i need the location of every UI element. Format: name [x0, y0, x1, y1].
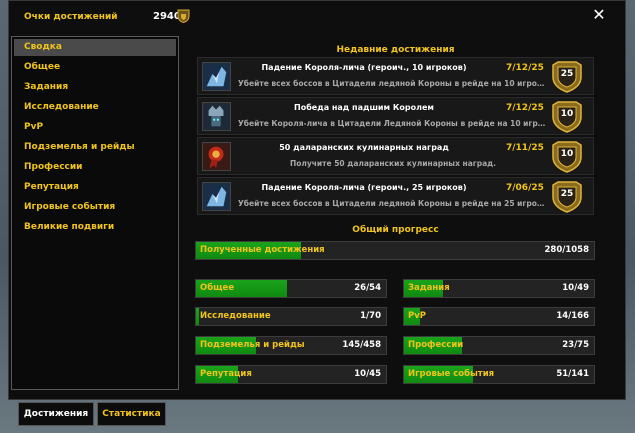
cooking-award-icon [202, 142, 231, 171]
close-button[interactable]: ✕ [590, 6, 608, 24]
progress-value: 10/45 [354, 369, 381, 379]
category-progress-dungeons-raids[interactable]: Подземелья и рейды 145/458 [195, 336, 387, 355]
category-sidebar: Сводка Общее Задания Исследование PvP По… [11, 36, 179, 390]
lich-king-icon [202, 102, 231, 131]
achievement-date: 7/12/25 [506, 63, 544, 73]
achievement-points-shield: 10 [550, 139, 584, 173]
recent-achievement-row[interactable]: Падение Короля-лича (героич., 10 игроков… [197, 57, 594, 95]
achievement-description: Получите 50 даларанских кулинарных награ… [289, 159, 497, 168]
category-progress-pvp[interactable]: PvP 14/166 [403, 307, 595, 326]
recent-achievement-row[interactable]: Победа над падшим Королем 7/12/25 Убейте… [197, 97, 594, 135]
sidebar-item-dungeons-raids[interactable]: Подземелья и рейды [14, 139, 176, 156]
progress-value: 280/1058 [544, 245, 589, 255]
progress-value: 145/458 [342, 340, 381, 350]
achievement-shield-icon [177, 9, 190, 23]
progress-value: 23/75 [562, 340, 589, 350]
sidebar-item-quests[interactable]: Задания [14, 79, 176, 96]
progress-label: Общее [200, 283, 235, 293]
achievement-title: 50 даларанских кулинарных наград [279, 143, 449, 152]
achievement-points-shield: 10 [550, 99, 584, 133]
achievement-date: 7/12/25 [506, 103, 544, 113]
progress-label: Полученные достижения [200, 245, 325, 255]
overall-progress-title: Общий прогресс [352, 225, 439, 235]
shield-points: 25 [560, 189, 574, 199]
shield-points: 10 [560, 149, 574, 159]
recent-achievement-row[interactable]: 50 даларанских кулинарных наград 7/11/25… [197, 137, 594, 175]
achievement-points-shield: 25 [550, 59, 584, 93]
progress-label: Игровые события [408, 369, 495, 379]
recent-achievements-title: Недавние достижения [336, 45, 455, 55]
achievement-description: Убейте Короля-лича в Цитадели Ледяной Ко… [238, 119, 548, 128]
sidebar-item-exploration[interactable]: Исследование [14, 99, 176, 116]
progress-label: PvP [408, 311, 427, 321]
sidebar-item-reputation[interactable]: Репутация [14, 179, 176, 196]
sidebar-item-pvp[interactable]: PvP [14, 119, 176, 136]
progress-label: Задания [408, 283, 450, 293]
frost-boss-icon [202, 182, 231, 211]
progress-label: Подземелья и рейды [200, 340, 305, 350]
achievement-title: Падение Короля-лича (героич., 10 игроков… [261, 63, 467, 72]
category-progress-world-events[interactable]: Игровые события 51/141 [403, 365, 595, 384]
category-progress-general[interactable]: Общее 26/54 [195, 279, 387, 298]
sidebar-item-professions[interactable]: Профессии [14, 159, 176, 176]
achievement-description: Убейте всех боссов в Цитадели ледяной Ко… [238, 79, 548, 88]
progress-label: Репутация [200, 369, 252, 379]
achievement-points-label: Очки достижений [24, 12, 118, 22]
recent-achievement-row[interactable]: Падение Короля-лича (героич., 25 игроков… [197, 177, 594, 215]
progress-label: Профессии [408, 340, 464, 350]
category-progress-exploration[interactable]: Исследование 1/70 [195, 307, 387, 326]
category-progress-reputation[interactable]: Репутация 10/45 [195, 365, 387, 384]
progress-value: 10/49 [562, 283, 589, 293]
achievement-points-shield: 25 [550, 179, 584, 213]
tab-achievements[interactable]: Достижения [18, 402, 94, 426]
progress-value: 14/166 [556, 311, 589, 321]
sidebar-item-world-events[interactable]: Игровые события [14, 199, 176, 216]
shield-points: 10 [560, 109, 574, 119]
achievement-title: Падение Короля-лича (героич., 25 игроков… [261, 183, 467, 192]
progress-label: Исследование [200, 311, 271, 321]
total-progress-bar[interactable]: Полученные достижения 280/1058 [195, 241, 595, 260]
frost-boss-icon [202, 62, 231, 91]
progress-value: 26/54 [354, 283, 381, 293]
achievement-description: Убейте всех боссов в Цитадели ледяной Ко… [238, 199, 548, 208]
progress-value: 51/141 [556, 369, 589, 379]
tab-statistics[interactable]: Статистика [97, 402, 166, 426]
sidebar-item-general[interactable]: Общее [14, 59, 176, 76]
shield-points: 25 [560, 69, 574, 79]
achievement-date: 7/06/25 [506, 183, 544, 193]
category-progress-quests[interactable]: Задания 10/49 [403, 279, 595, 298]
progress-value: 1/70 [360, 311, 381, 321]
sidebar-item-summary[interactable]: Сводка [14, 39, 176, 56]
achievement-title: Победа над падшим Королем [294, 103, 434, 112]
sidebar-item-feats-of-strength[interactable]: Великие подвиги [14, 219, 176, 236]
achievement-date: 7/11/25 [506, 143, 544, 153]
category-progress-professions[interactable]: Профессии 23/75 [403, 336, 595, 355]
progress-fill [196, 308, 199, 325]
